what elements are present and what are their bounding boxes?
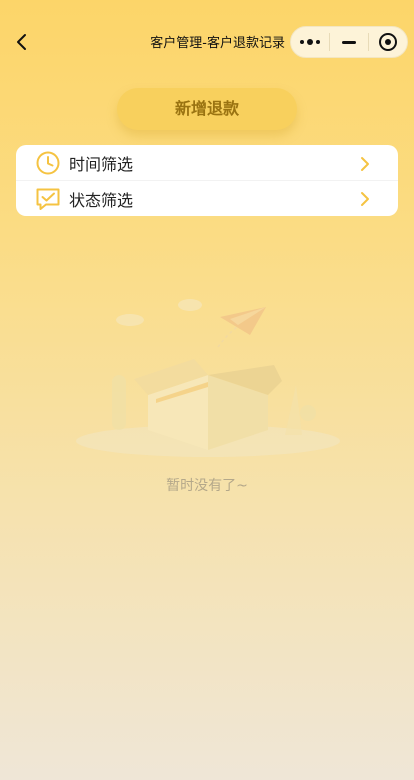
time-filter-row[interactable]: 时间筛选 [16,146,398,181]
minus-icon [342,40,356,44]
minimize-button[interactable] [330,27,368,57]
chevron-right-icon [361,157,369,171]
empty-state-message: 暂时没有了~ [166,478,248,494]
chevron-right-icon [361,192,369,206]
mini-program-capsule [290,26,408,58]
empty-box-illustration [76,299,340,457]
target-circle-icon [379,33,397,51]
page-title: 客户管理-客户退款记录 [150,36,285,51]
add-refund-button[interactable]: 新增退款 [117,88,297,130]
navigation-bar: 客户管理-客户退款记录 [0,0,414,84]
chat-check-icon [35,186,61,212]
status-filter-row[interactable]: 状态筛选 [16,181,398,216]
back-button[interactable] [8,28,36,56]
time-filter-label: 时间筛选 [69,155,134,174]
more-button[interactable] [291,27,329,57]
chevron-left-icon [17,34,26,50]
clock-icon [35,150,61,176]
status-filter-label: 状态筛选 [69,190,134,210]
more-dots-icon [300,39,320,45]
filter-card: 时间筛选 状态筛选 [16,145,398,216]
close-mini-program-button[interactable] [369,27,407,57]
